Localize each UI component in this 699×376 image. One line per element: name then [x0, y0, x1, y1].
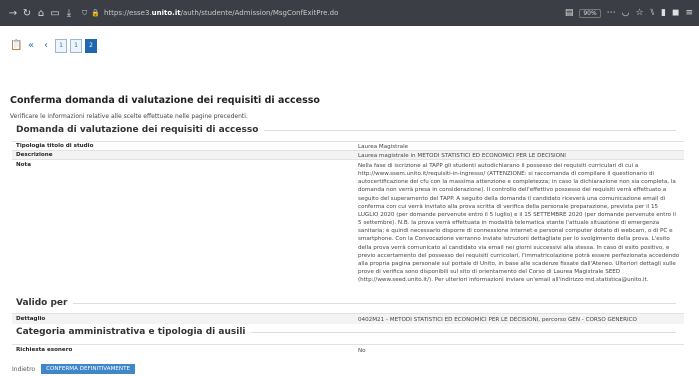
form-actions: Indietro CONFERMA DEFINITIVAMENTE — [12, 364, 136, 374]
page-title: Conferma domanda di valutazione dei requ… — [10, 95, 320, 106]
row-key: Descrizione — [16, 152, 53, 158]
url-domain: unito.it — [151, 9, 181, 17]
section-title: Categoria amministrativa e tipologia di … — [16, 327, 246, 337]
table-row: Nota Nella fase di iscrizione al TAPP gl… — [12, 159, 684, 295]
url-bar[interactable]: ⛉ 🔒 https://esse3. unito.it/auth/studente… — [82, 5, 482, 21]
star-icon[interactable]: ☆ — [636, 8, 644, 18]
row-value: No — [358, 348, 366, 354]
url-path: /auth/studente/Admission/MsgConfExitPre.… — [180, 9, 339, 17]
back-button[interactable]: Indietro — [12, 366, 35, 373]
row-value: Nella fase di iscrizione al TAPP gli stu… — [358, 163, 680, 284]
row-key: Dettaglio — [16, 316, 46, 322]
zoom-level[interactable]: 90% — [579, 8, 601, 18]
row-key: Tipologia titolo di studio — [16, 143, 94, 149]
first-page-icon[interactable]: « — [25, 40, 37, 52]
clipboard-icon: 📋 — [10, 40, 23, 51]
pager-step-2[interactable]: 2 — [85, 39, 97, 53]
section-title: Domanda di valutazione dei requisiti di … — [16, 125, 259, 135]
prev-page-icon[interactable]: ‹ — [40, 40, 52, 52]
pager-step-1b[interactable]: 1 — [70, 39, 82, 53]
section-title: Valido per — [16, 298, 68, 308]
row-key: Nota — [16, 162, 31, 168]
shield-icon: ⛉ — [82, 8, 88, 17]
pager-step-1[interactable]: 1 — [55, 39, 67, 53]
lock-icon: 🔒 — [91, 9, 100, 17]
reload-icon[interactable]: ↻ — [20, 8, 34, 19]
extension-icon[interactable]: ▮ — [661, 8, 666, 18]
menu-icon[interactable]: ≡ — [685, 8, 693, 18]
profile-icon[interactable]: ◼ — [672, 8, 679, 18]
section-header-categoria: Categoria amministrativa e tipologia di … — [16, 327, 676, 337]
wizard-pager: 📋 « ‹ 1 1 2 — [10, 39, 97, 53]
section-header-domanda: Domanda di valutazione dei requisiti di … — [16, 125, 676, 135]
confirm-button[interactable]: CONFERMA DEFINITIVAMENTE — [41, 364, 136, 374]
more-icon[interactable]: ⋯ — [607, 8, 616, 18]
table-row: Dettaglio 0402M21 - METODI STATISTICI ED… — [12, 313, 684, 324]
browser-toolbar: → ↻ ⌂ ▭ ⤓ ⛉ 🔒 https://esse3. unito.it/aut… — [0, 0, 699, 26]
page-subtitle: Verificare le informazioni relative alle… — [10, 113, 248, 120]
back-arrow-icon[interactable]: → — [6, 8, 20, 19]
reader-icon[interactable]: ▤ — [565, 8, 574, 18]
row-key: Richiesta esonero — [16, 347, 73, 353]
url-prefix: https://esse3. — [103, 9, 152, 17]
home-icon[interactable]: ⌂ — [34, 8, 48, 19]
row-value: 0402M21 - METODI STATISTICI ED ECONOMICI… — [358, 317, 637, 323]
table-row: Richiesta esonero No — [12, 344, 684, 355]
pocket-icon[interactable]: ◡ — [622, 8, 630, 18]
library-icon[interactable]: ⑊ — [650, 8, 655, 18]
section-header-valido: Valido per — [16, 298, 676, 308]
download-icon[interactable]: ⤓ — [62, 8, 76, 19]
sidebar-icon[interactable]: ▭ — [48, 8, 62, 19]
